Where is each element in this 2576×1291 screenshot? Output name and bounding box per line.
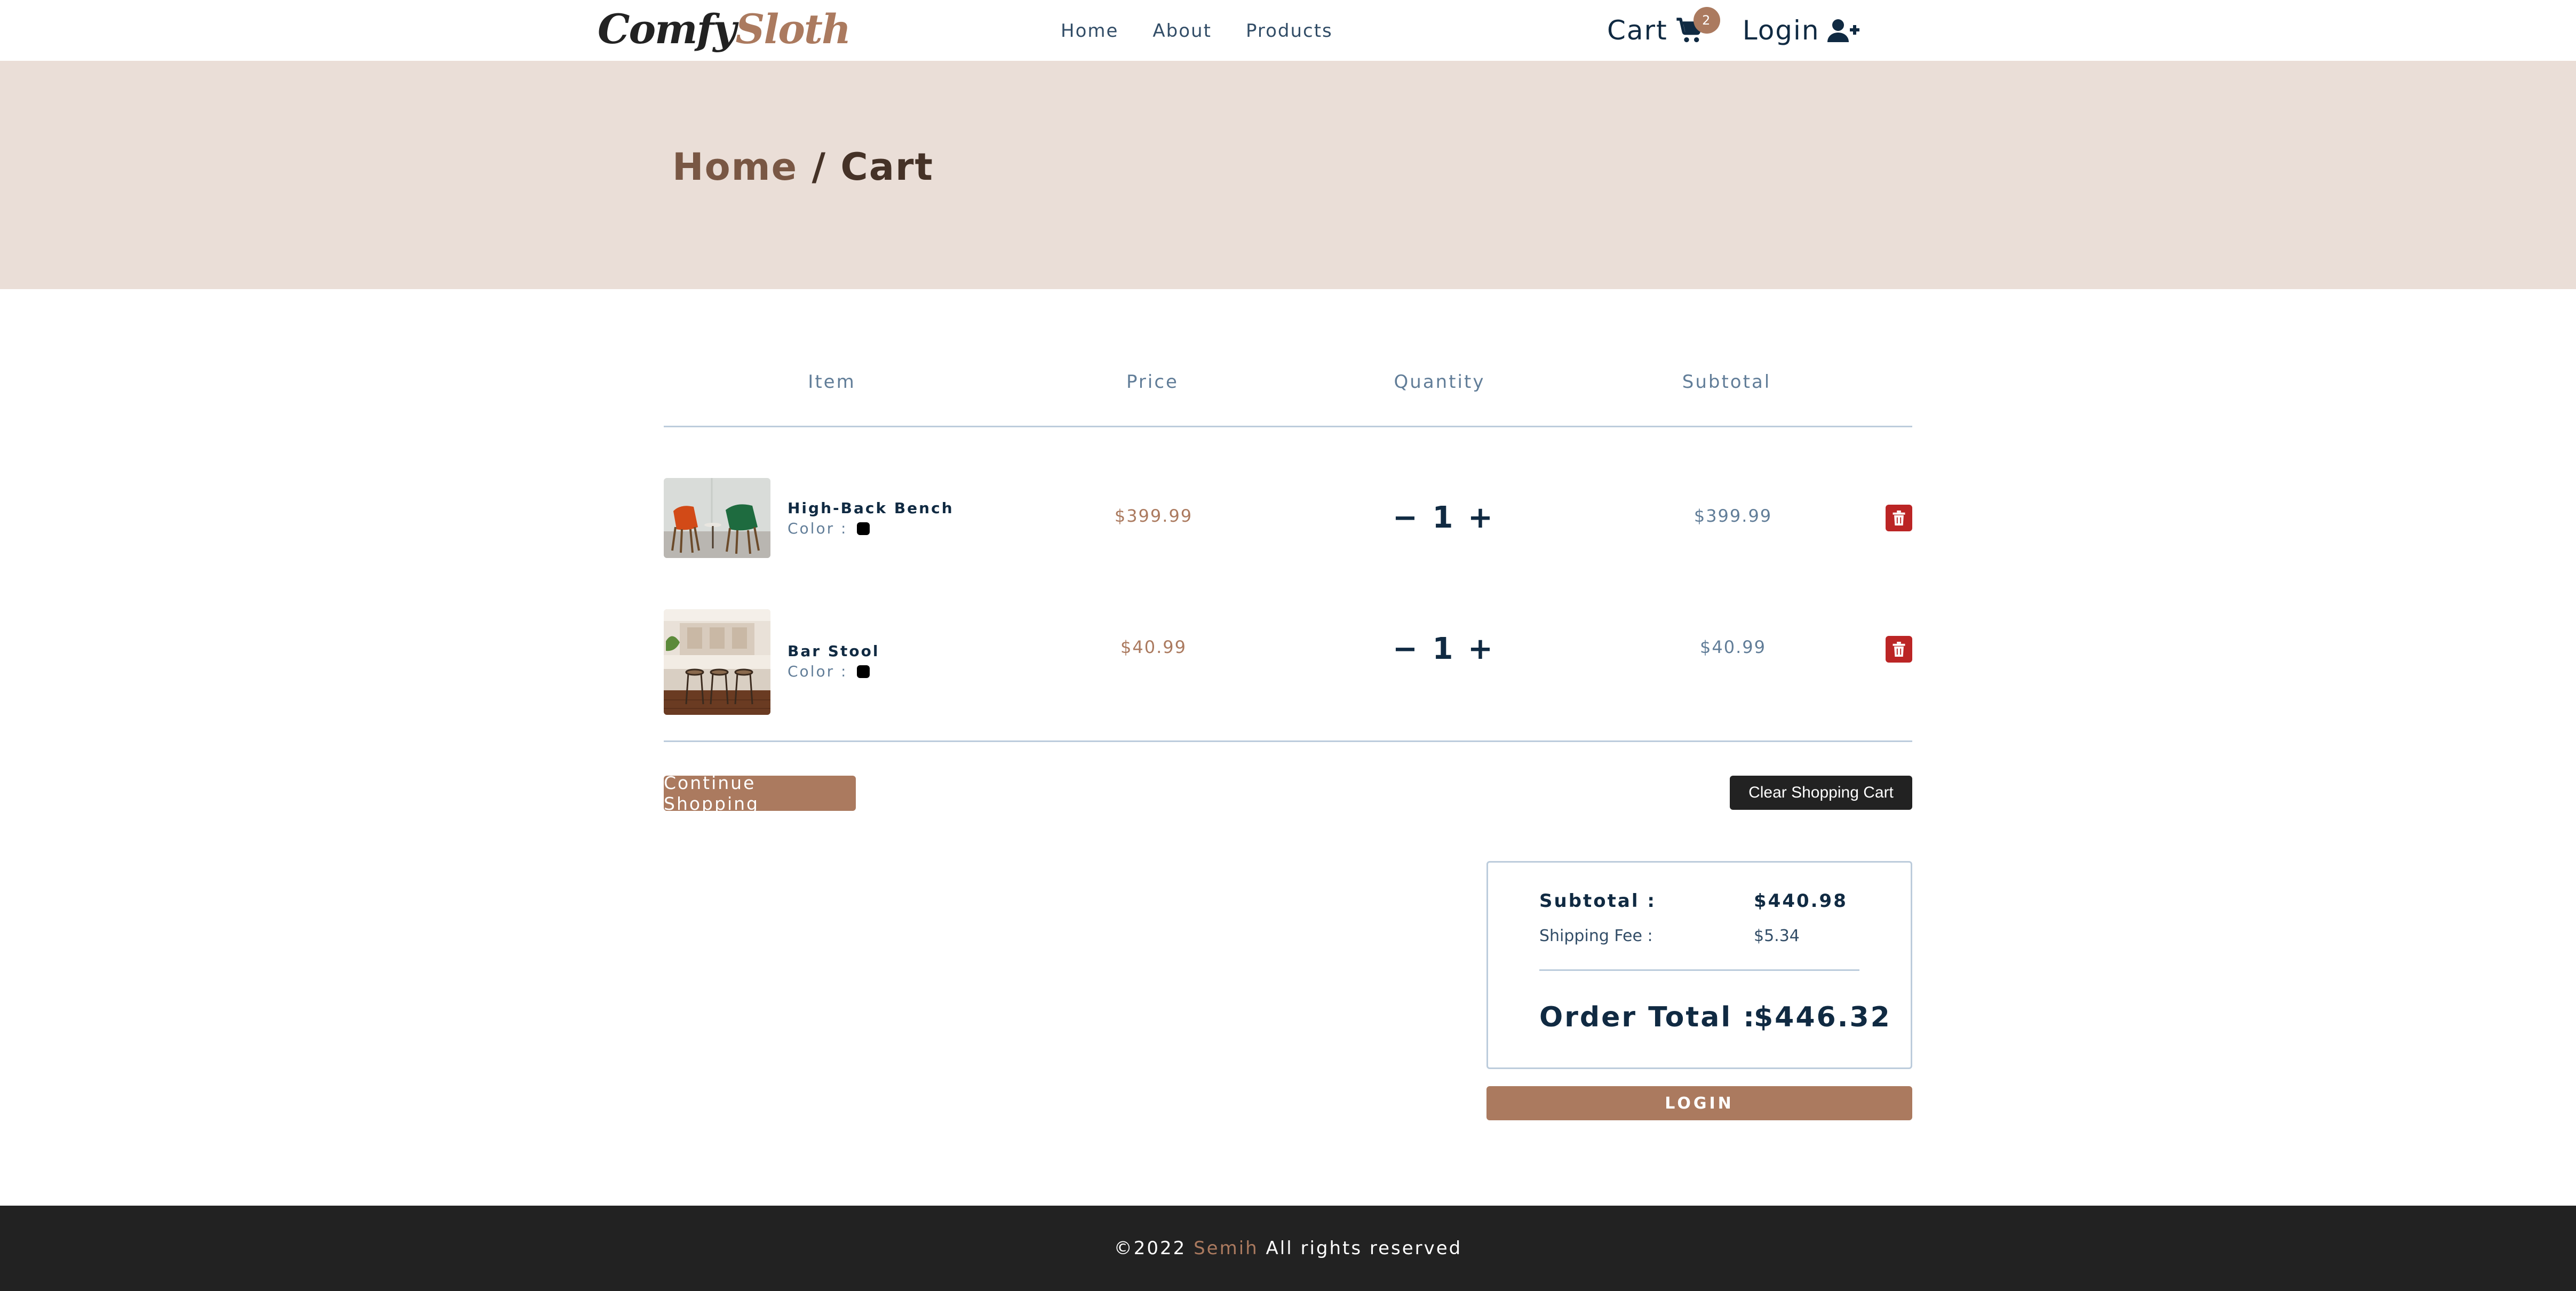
breadcrumb-separator: / bbox=[798, 145, 841, 189]
subtotal-label: Subtotal : bbox=[1539, 890, 1656, 912]
increase-quantity-button[interactable]: + bbox=[1467, 633, 1493, 665]
breadcrumb: Home / Cart bbox=[672, 145, 934, 189]
nav-links: Home About Products bbox=[1061, 16, 1333, 46]
user-plus-icon bbox=[1827, 19, 1859, 42]
product-image-bar-stool bbox=[664, 609, 770, 715]
cart-label: Cart bbox=[1607, 15, 1668, 46]
quantity-stepper: − 1 + bbox=[1392, 632, 1494, 666]
header-divider bbox=[664, 426, 1912, 427]
order-total-value: $446.32 bbox=[1754, 1001, 1891, 1033]
shipping-fee-value: $5.34 bbox=[1754, 927, 1800, 945]
login-label: Login bbox=[1742, 15, 1820, 46]
color-label: Color : bbox=[788, 520, 848, 537]
cart-count-badge: 2 bbox=[1693, 7, 1720, 34]
nav-link-products[interactable]: Products bbox=[1246, 16, 1333, 46]
column-header-subtotal: Subtotal bbox=[1682, 371, 1771, 393]
login-button[interactable]: Login bbox=[1743, 12, 1859, 49]
trash-icon bbox=[1893, 642, 1905, 657]
clear-cart-button[interactable]: Clear Shopping Cart bbox=[1730, 776, 1912, 810]
cart-totals: Subtotal : $440.98 Shipping Fee : $5.34 … bbox=[1486, 861, 1912, 1069]
cart-item-subtotal: $40.99 bbox=[1700, 637, 1766, 657]
cart-item-name: Bar Stool bbox=[788, 642, 880, 660]
quantity-value: 1 bbox=[1432, 632, 1453, 666]
remove-item-button[interactable] bbox=[1886, 505, 1912, 531]
breadcrumb-current: Cart bbox=[840, 145, 934, 189]
logo-part-1: Comfy bbox=[598, 5, 736, 53]
remove-item-button[interactable] bbox=[1886, 636, 1912, 663]
color-swatch bbox=[857, 522, 870, 535]
totals-divider bbox=[1539, 969, 1859, 971]
checkout-login-button[interactable]: LOGIN bbox=[1486, 1086, 1912, 1120]
cart-button[interactable]: Cart 2 bbox=[1607, 7, 1720, 49]
column-header-price: Price bbox=[1126, 371, 1179, 393]
cart-item-price: $399.99 bbox=[1114, 506, 1193, 526]
cart-item-price: $40.99 bbox=[1120, 637, 1187, 657]
order-total-label: Order Total : bbox=[1539, 1001, 1756, 1033]
cart-item-row: Bar Stool Color : $40.99 − 1 + $40.99 bbox=[664, 609, 1912, 715]
color-label: Color : bbox=[788, 663, 848, 680]
items-divider bbox=[664, 740, 1912, 742]
nav-link-home[interactable]: Home bbox=[1061, 16, 1118, 46]
navbar: Comfy Sloth Home About Products Cart 2 Lo… bbox=[0, 0, 2576, 61]
cart-icon-wrapper: 2 bbox=[1675, 7, 1720, 45]
nav-link-about[interactable]: About bbox=[1152, 16, 1212, 46]
trash-icon bbox=[1893, 511, 1905, 525]
column-header-item: Item bbox=[808, 371, 856, 393]
increase-quantity-button[interactable]: + bbox=[1467, 502, 1493, 534]
cart-item-name: High-Back Bench bbox=[788, 499, 954, 517]
footer: ©2022 Semih All rights reserved bbox=[0, 1206, 2576, 1291]
color-swatch bbox=[857, 665, 870, 678]
quantity-value: 1 bbox=[1432, 500, 1453, 535]
product-image-high-back-bench bbox=[664, 478, 770, 558]
cart-item-row: High-Back Bench Color : $399.99 − 1 + $3… bbox=[664, 478, 1912, 558]
column-header-quantity: Quantity bbox=[1394, 371, 1485, 393]
cart-column-headers: Item Price Quantity Subtotal bbox=[664, 371, 1912, 398]
nav-actions: Cart 2 Login bbox=[1607, 7, 1859, 49]
logo-part-2: Sloth bbox=[735, 5, 851, 53]
logo[interactable]: Comfy Sloth bbox=[598, 3, 851, 54]
footer-rights: All rights reserved bbox=[1258, 1238, 1462, 1259]
cart-item-color: Color : bbox=[788, 520, 870, 537]
shipping-fee-label: Shipping Fee : bbox=[1539, 927, 1653, 945]
cart-item-color: Color : bbox=[788, 663, 870, 680]
breadcrumb-home-link[interactable]: Home bbox=[672, 145, 798, 189]
bar-stools-photo-icon bbox=[664, 609, 770, 715]
page-hero: Home / Cart bbox=[0, 61, 2576, 289]
decrease-quantity-button[interactable]: − bbox=[1392, 633, 1419, 665]
subtotal-value: $440.98 bbox=[1754, 890, 1848, 912]
footer-text: ©2022 Semih All rights reserved bbox=[1114, 1238, 1462, 1259]
decrease-quantity-button[interactable]: − bbox=[1392, 502, 1419, 534]
continue-shopping-button[interactable]: Continue Shopping bbox=[664, 772, 856, 814]
chairs-photo-icon bbox=[664, 478, 770, 558]
cart-item-subtotal: $399.99 bbox=[1694, 506, 1772, 526]
quantity-stepper: − 1 + bbox=[1392, 500, 1494, 535]
copyright-year: ©2022 bbox=[1114, 1238, 1194, 1259]
footer-brand: Semih bbox=[1194, 1238, 1259, 1259]
